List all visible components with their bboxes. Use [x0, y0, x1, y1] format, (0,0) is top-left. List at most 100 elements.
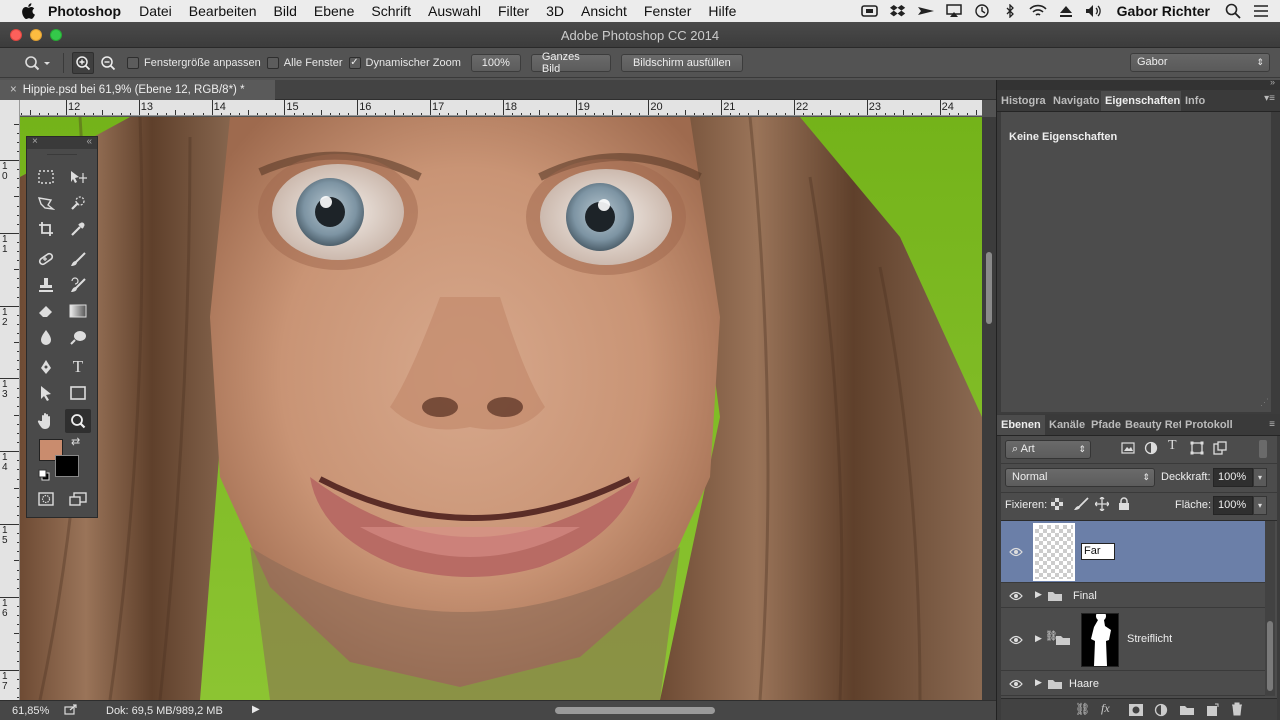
- zoom-level[interactable]: 61,85%: [12, 705, 64, 717]
- close-toolbox-icon[interactable]: ×: [32, 136, 38, 147]
- visibility-eye-icon[interactable]: [1009, 679, 1023, 689]
- fit-screen-button[interactable]: Ganzes Bild: [530, 51, 611, 75]
- fit-window-option[interactable]: Fenstergröße anpassen: [127, 56, 261, 69]
- wifi-icon[interactable]: [1029, 4, 1047, 18]
- expand-group-icon[interactable]: ▶: [1035, 633, 1042, 644]
- opacity-slider-arrow-icon[interactable]: ▾: [1253, 468, 1267, 487]
- dropbox-icon[interactable]: [889, 4, 907, 18]
- crop-tool-icon[interactable]: [33, 217, 59, 241]
- zoom-tool-icon[interactable]: [65, 409, 91, 433]
- canvas-horizontal-scrollbar[interactable]: [555, 707, 715, 714]
- resize-grip-icon[interactable]: ⋰: [1260, 397, 1269, 408]
- tab-beauty-retouch[interactable]: Beauty Ret: [1121, 415, 1181, 435]
- type-tool-icon[interactable]: T: [65, 355, 91, 379]
- tab-navigator[interactable]: Navigato: [1049, 91, 1101, 111]
- canvas-vertical-scrollbar[interactable]: [982, 117, 996, 700]
- menu-app-name[interactable]: Photoshop: [48, 3, 121, 19]
- path-selection-tool-icon[interactable]: [33, 381, 59, 405]
- blur-tool-icon[interactable]: [33, 325, 59, 349]
- link-layers-icon[interactable]: ⛓: [1075, 702, 1090, 716]
- menu-ebene[interactable]: Ebene: [314, 3, 354, 19]
- new-adjustment-layer-icon[interactable]: [1154, 703, 1168, 717]
- layer-name[interactable]: Final: [1073, 590, 1097, 602]
- volume-icon[interactable]: [1085, 4, 1103, 18]
- rectangle-tool-icon[interactable]: [65, 381, 91, 405]
- toolbox-header[interactable]: × «: [27, 136, 97, 149]
- lock-all-icon[interactable]: [1118, 497, 1130, 514]
- eyedropper-tool-icon[interactable]: [65, 217, 91, 241]
- filter-pixel-layers-icon[interactable]: [1121, 442, 1135, 457]
- fill-slider-arrow-icon[interactable]: ▾: [1253, 496, 1267, 515]
- eject-icon[interactable]: [1057, 4, 1075, 18]
- time-machine-icon[interactable]: [973, 4, 991, 18]
- spotlight-search-icon[interactable]: [1224, 3, 1242, 19]
- zoom-100-button[interactable]: 100%: [470, 53, 521, 72]
- all-windows-checkbox[interactable]: [266, 56, 279, 69]
- layer-name[interactable]: Haare: [1069, 678, 1099, 690]
- swap-colors-icon[interactable]: ⇄: [71, 435, 80, 448]
- user-name[interactable]: Gabor Richter: [1117, 3, 1210, 19]
- fill-screen-button[interactable]: Bildschirm ausfüllen: [620, 53, 743, 72]
- fit-window-checkbox[interactable]: [127, 56, 139, 69]
- workspace-switcher[interactable]: Gabor ⇕: [1130, 53, 1270, 72]
- history-brush-tool-icon[interactable]: [65, 273, 91, 297]
- horizontal-ruler[interactable]: 12 13 14 15 16 17 18 19 20 21 22 23 24: [20, 100, 982, 116]
- layer-thumbnail-transparent[interactable]: [1033, 523, 1075, 581]
- menu-bearbeiten[interactable]: Bearbeiten: [189, 3, 257, 19]
- delete-layer-icon[interactable]: [1231, 702, 1243, 716]
- default-colors-icon[interactable]: [38, 469, 50, 484]
- menu-datei[interactable]: Datei: [139, 3, 172, 19]
- layer-mask-thumbnail[interactable]: [1081, 611, 1119, 667]
- layer-filter-kind[interactable]: ⌕ Art ⇕: [1005, 440, 1091, 459]
- new-group-icon[interactable]: [1179, 704, 1195, 716]
- fill-input[interactable]: 100%: [1213, 496, 1253, 515]
- layer-name-edit-field[interactable]: Far: [1081, 543, 1115, 560]
- screen-capture-icon[interactable]: [860, 4, 879, 18]
- airplay-icon[interactable]: [945, 4, 963, 18]
- visibility-eye-icon[interactable]: [1009, 635, 1023, 645]
- lock-position-icon[interactable]: [1094, 496, 1110, 514]
- layer-row-selected[interactable]: Far: [1001, 521, 1265, 583]
- scrollbar-thumb[interactable]: [986, 252, 992, 324]
- new-layer-icon[interactable]: [1205, 703, 1219, 717]
- document-canvas[interactable]: [20, 117, 982, 700]
- dynamic-zoom-option[interactable]: ✓ Dynamischer Zoom: [348, 56, 461, 69]
- collapse-dock-icon[interactable]: »: [1270, 77, 1275, 87]
- close-document-icon[interactable]: ×: [10, 84, 17, 96]
- filter-smart-objects-icon[interactable]: [1213, 441, 1227, 458]
- dock-header[interactable]: »: [997, 77, 1280, 90]
- layer-group-haare[interactable]: ▶ Haare: [1001, 672, 1265, 696]
- healing-brush-tool-icon[interactable]: [33, 247, 59, 271]
- layers-panel-menu-icon[interactable]: ≡: [1269, 419, 1275, 430]
- tab-info[interactable]: Info: [1181, 91, 1221, 111]
- collapse-toolbox-icon[interactable]: «: [86, 136, 92, 147]
- tab-eigenschaften[interactable]: Eigenschaften: [1101, 91, 1181, 111]
- menu-schrift[interactable]: Schrift: [371, 3, 411, 19]
- vertical-ruler[interactable]: 1 0 1 1 1 2 1 3 1 4 1 5 1 6 1 7: [0, 100, 20, 700]
- pen-tool-icon[interactable]: [33, 355, 59, 379]
- expand-group-icon[interactable]: ▶: [1035, 589, 1042, 600]
- apple-icon[interactable]: [20, 2, 38, 20]
- tab-pfade[interactable]: Pfade: [1087, 415, 1121, 435]
- opacity-input[interactable]: 100%: [1213, 468, 1253, 487]
- tab-histogramm[interactable]: Histogra: [997, 91, 1049, 111]
- clone-stamp-tool-icon[interactable]: [33, 273, 59, 297]
- menu-auswahl[interactable]: Auswahl: [428, 3, 481, 19]
- layer-group-final[interactable]: ▶ Final: [1001, 584, 1265, 608]
- tab-ebenen[interactable]: Ebenen: [997, 415, 1045, 435]
- menu-bild[interactable]: Bild: [274, 3, 297, 19]
- add-mask-icon[interactable]: [1129, 704, 1143, 716]
- all-windows-option[interactable]: Alle Fenster: [266, 56, 343, 69]
- menu-fenster[interactable]: Fenster: [644, 3, 691, 19]
- menu-filter[interactable]: Filter: [498, 3, 529, 19]
- gradient-tool-icon[interactable]: [65, 299, 91, 323]
- expand-group-icon[interactable]: ▶: [1035, 677, 1042, 688]
- dynamic-zoom-checkbox[interactable]: ✓: [348, 56, 361, 69]
- airmail-icon[interactable]: [917, 4, 935, 18]
- marquee-tool-icon[interactable]: [33, 165, 59, 189]
- quick-mask-icon[interactable]: [33, 487, 59, 511]
- lasso-tool-icon[interactable]: [33, 191, 59, 215]
- lock-image-pixels-icon[interactable]: [1073, 497, 1089, 514]
- properties-panel-menu-icon[interactable]: ▾≡: [1264, 93, 1275, 104]
- dodge-tool-icon[interactable]: [65, 325, 91, 349]
